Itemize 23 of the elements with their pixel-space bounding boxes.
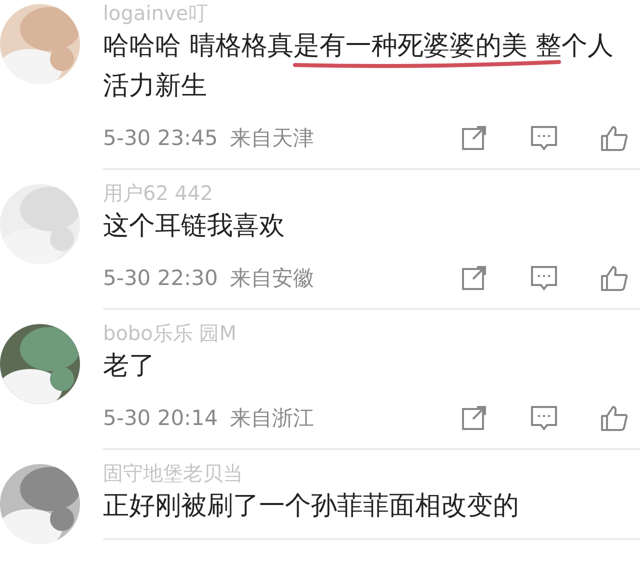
timestamp: 5-30 20:14 [103, 406, 218, 430]
comment-icon[interactable] [530, 264, 558, 292]
timestamp: 5-30 22:30 [103, 266, 218, 290]
location: 来自安徽 [230, 265, 314, 292]
location: 来自天津 [230, 125, 314, 152]
share-icon[interactable] [460, 124, 488, 152]
username[interactable]: 用户62 442 [103, 180, 628, 206]
thumbs-up-icon[interactable] [600, 264, 628, 292]
comment-text: 哈哈哈 晴格格真是有一种死婆婆的美 整个人活力新生 [103, 30, 615, 103]
comment-text: 这个耳链我喜欢 [103, 210, 286, 243]
username[interactable]: bobo乐乐 园M [103, 320, 628, 346]
timestamp: 5-30 23:45 [103, 126, 218, 150]
thumbs-up-icon[interactable] [600, 404, 628, 432]
username[interactable]: 固守地堡老贝当 [103, 460, 628, 486]
comment-text: 老了 [103, 350, 156, 383]
thumbs-up-icon[interactable] [600, 124, 628, 152]
username[interactable]: logainve叮 [103, 0, 628, 26]
share-icon[interactable] [460, 264, 488, 292]
comment-icon[interactable] [530, 124, 558, 152]
share-icon[interactable] [460, 404, 488, 432]
comment-text: 正好刚被刷了一个孙菲菲面相改变的 [103, 490, 520, 523]
location: 来自浙江 [230, 405, 314, 432]
comment-icon[interactable] [530, 404, 558, 432]
